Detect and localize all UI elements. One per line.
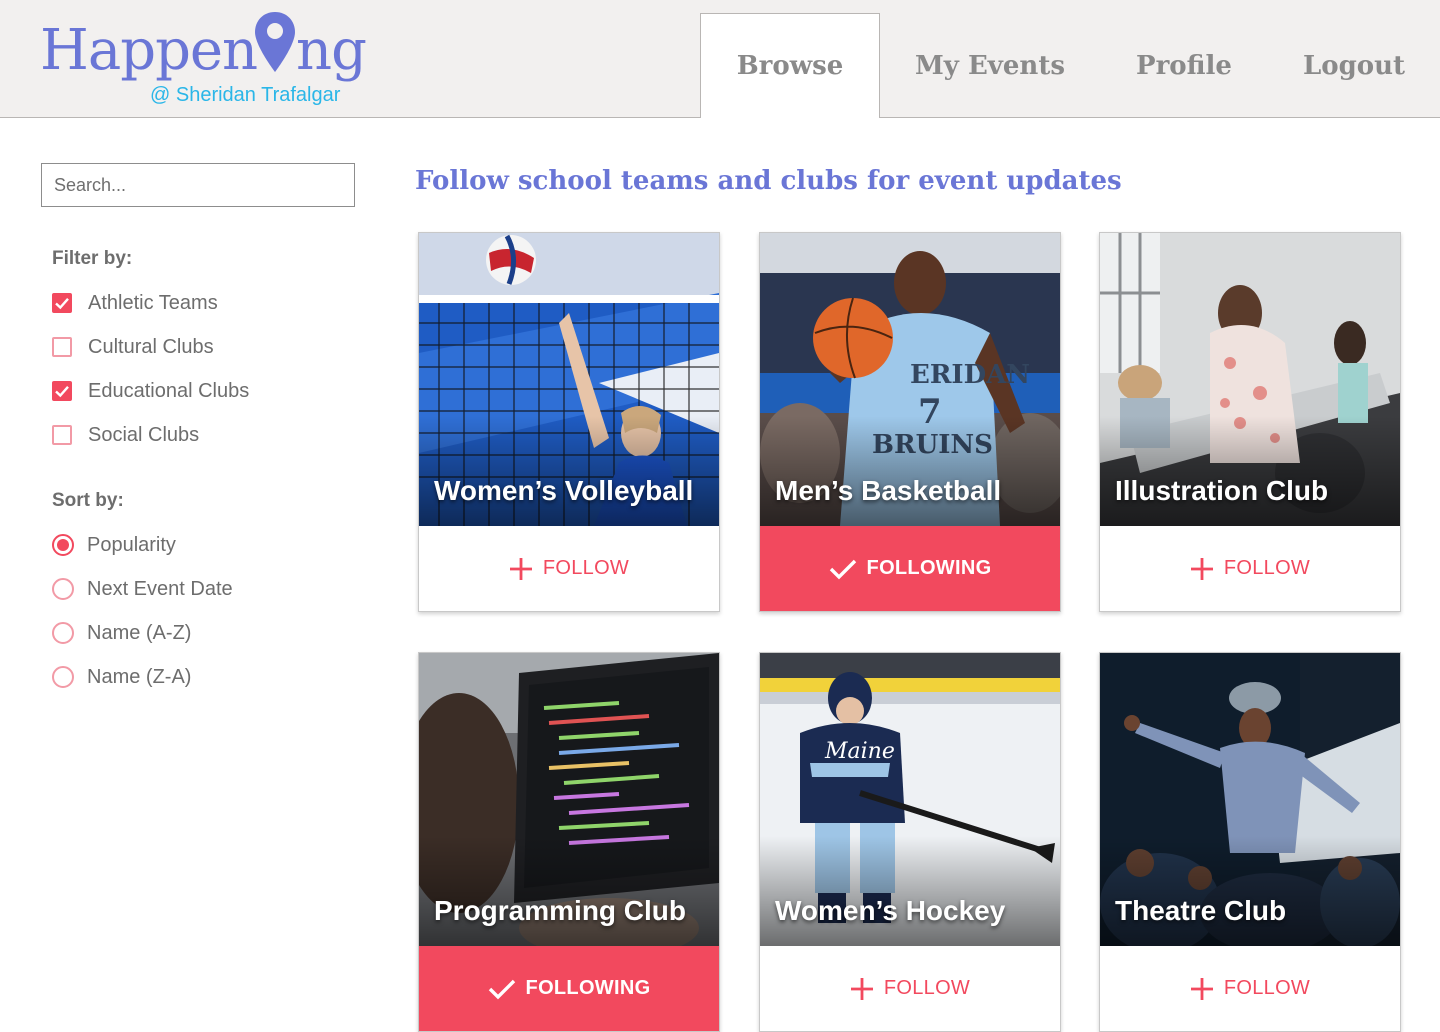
checkbox-empty-icon[interactable] [52,337,72,357]
card-title: Women’s Hockey [775,895,1006,926]
club-card-mens-basketball: ERIDAN 7 BRUINS Men’s Basketball FOLLOWI… [759,232,1061,612]
nav-tab-logout[interactable]: Logout [1276,13,1432,118]
filter-label: Athletic Teams [88,291,218,314]
club-card-womens-volleyball: Women’s Volleyball FOLLOW [418,232,720,612]
club-card-womens-hockey: Maine Women’s Hockey FOLLOW [759,652,1061,1032]
club-card-programming-club: Programming Club FOLLOWING [418,652,720,1032]
main-nav: Browse My Events Profile Logout [0,0,1440,118]
sort-label: Next Event Date [87,577,233,600]
filter-cultural-clubs[interactable]: Cultural Clubs [52,334,214,360]
sort-name-z-a[interactable]: Name (Z-A) [52,664,191,690]
filter-educational-clubs[interactable]: Educational Clubs [52,378,249,404]
club-card-illustration-club: Illustration Club FOLLOW [1099,232,1401,612]
following-label: FOLLOWING [525,977,651,999]
plus-icon [1190,977,1214,1001]
card-title: Illustration Club [1115,475,1329,506]
nav-tab-label: Profile [1136,50,1232,81]
card-title: Theatre Club [1115,895,1287,926]
filter-label: Cultural Clubs [88,335,214,358]
radio-empty-icon[interactable] [52,666,74,688]
svg-text:Maine: Maine [824,739,895,764]
top-header: Happen ng @ Sheridan Trafalgar Browse My… [0,0,1440,118]
following-label: FOLLOWING [866,557,992,579]
radio-empty-icon[interactable] [52,578,74,600]
follow-label: FOLLOW [1223,557,1311,579]
radio-empty-icon[interactable] [52,622,74,644]
plus-icon [850,977,874,1001]
card-title: Men’s Basketball [775,475,1002,506]
card-title: Women’s Volleyball [434,475,694,506]
sort-next-event-date[interactable]: Next Event Date [52,576,233,602]
filter-heading: Filter by: [52,248,133,269]
search-input[interactable] [41,163,355,207]
plus-icon [1190,557,1214,581]
nav-tab-my-events[interactable]: My Events [900,13,1080,118]
nav-tab-profile[interactable]: Profile [1104,13,1264,118]
checkmark-icon [488,978,516,1000]
sort-label: Popularity [87,533,176,556]
follow-label: FOLLOW [542,557,630,579]
nav-tab-label: Logout [1302,50,1406,81]
checkbox-checked-icon[interactable] [52,381,72,401]
club-card-theatre-club: Theatre Club FOLLOW [1099,652,1401,1032]
following-button[interactable]: FOLLOWING [760,526,1060,611]
checkbox-empty-icon[interactable] [52,425,72,445]
sort-heading: Sort by: [52,490,124,511]
follow-button[interactable]: FOLLOW [760,946,1060,1031]
checkbox-checked-icon[interactable] [52,293,72,313]
follow-button[interactable]: FOLLOW [1100,526,1400,611]
sort-label: Name (A-Z) [87,621,192,644]
follow-label: FOLLOW [883,977,971,999]
svg-text:ERIDAN: ERIDAN [910,360,1030,390]
card-title: Programming Club [434,895,687,926]
filter-label: Social Clubs [88,423,200,446]
radio-selected-icon[interactable] [52,534,74,556]
sort-popularity[interactable]: Popularity [52,532,176,558]
nav-tab-label: My Events [915,50,1065,81]
plus-icon [509,557,533,581]
follow-label: FOLLOW [1223,977,1311,999]
nav-tab-browse[interactable]: Browse [700,13,880,118]
nav-tab-label: Browse [736,51,844,81]
sort-name-a-z[interactable]: Name (A-Z) [52,620,191,646]
following-button[interactable]: FOLLOWING [419,946,719,1031]
checkmark-icon [829,558,857,580]
follow-button[interactable]: FOLLOW [1100,946,1400,1031]
follow-button[interactable]: FOLLOW [419,526,719,611]
filter-label: Educational Clubs [88,379,250,402]
page-headline: Follow school teams and clubs for event … [415,166,1122,196]
filter-social-clubs[interactable]: Social Clubs [52,422,199,448]
sort-label: Name (Z-A) [87,665,192,688]
filter-athletic-teams[interactable]: Athletic Teams [52,290,218,316]
